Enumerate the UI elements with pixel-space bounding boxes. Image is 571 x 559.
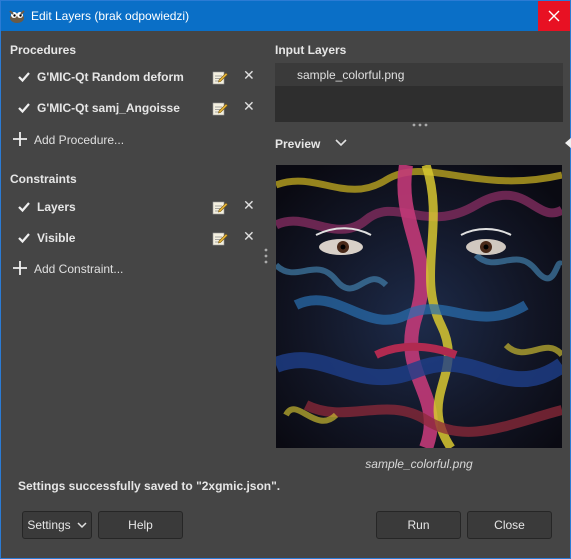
edit-icon[interactable] bbox=[212, 199, 228, 215]
list-item[interactable]: sample_colorful.png bbox=[275, 63, 563, 86]
add-constraint-button[interactable]: Add Constraint... bbox=[11, 260, 211, 280]
settings-button[interactable]: Settings bbox=[22, 511, 92, 539]
remove-icon[interactable]: ✕ bbox=[243, 229, 257, 243]
help-button[interactable]: Help bbox=[98, 511, 183, 539]
preview-image bbox=[276, 165, 562, 448]
checkmark-icon[interactable] bbox=[17, 101, 31, 115]
constraints-heading: Constraints bbox=[10, 172, 77, 186]
chevron-down-icon bbox=[77, 522, 87, 529]
run-button[interactable]: Run bbox=[376, 511, 461, 539]
horizontal-splitter-handle[interactable] bbox=[411, 123, 429, 127]
add-constraint-label: Add Constraint... bbox=[34, 262, 124, 276]
plus-icon bbox=[13, 132, 27, 146]
run-button-label: Run bbox=[407, 518, 430, 532]
remove-icon[interactable]: ✕ bbox=[243, 99, 257, 113]
chevron-down-icon bbox=[335, 139, 347, 147]
procedures-heading: Procedures bbox=[10, 43, 77, 57]
help-button-label: Help bbox=[128, 518, 153, 532]
edit-icon[interactable] bbox=[212, 69, 228, 85]
procedure-item[interactable]: G'MIC-Qt Random deform ✕ bbox=[9, 65, 264, 89]
status-message: Settings successfully saved to "2xgmic.j… bbox=[18, 479, 281, 493]
edit-layers-window: Edit Layers (brak odpowiedzi) Procedures… bbox=[0, 0, 571, 559]
gimp-app-icon bbox=[9, 10, 25, 23]
vertical-splitter-handle[interactable] bbox=[264, 247, 268, 265]
add-procedure-button[interactable]: Add Procedure... bbox=[11, 131, 211, 151]
add-procedure-label: Add Procedure... bbox=[34, 133, 125, 147]
constraint-item[interactable]: Visible ✕ bbox=[9, 226, 264, 250]
input-layers-heading: Input Layers bbox=[275, 43, 347, 57]
input-layer-name: sample_colorful.png bbox=[297, 68, 405, 82]
preview-heading: Preview bbox=[275, 137, 321, 151]
preview-toggle[interactable]: Preview bbox=[275, 137, 347, 151]
preview-caption: sample_colorful.png bbox=[365, 457, 473, 471]
plus-icon bbox=[13, 261, 27, 275]
constraint-label: Visible bbox=[37, 231, 76, 245]
procedure-item[interactable]: G'MIC-Qt samj_Angoisse ✕ bbox=[9, 96, 264, 120]
window-title: Edit Layers (brak odpowiedzi) bbox=[31, 9, 190, 23]
checkmark-icon[interactable] bbox=[17, 70, 31, 84]
title-bar: Edit Layers (brak odpowiedzi) bbox=[1, 1, 570, 31]
procedure-label: G'MIC-Qt samj_Angoisse bbox=[37, 101, 180, 115]
preview-artwork bbox=[276, 165, 562, 448]
remove-icon[interactable]: ✕ bbox=[243, 198, 257, 212]
constraint-label: Layers bbox=[37, 200, 76, 214]
close-button[interactable]: Close bbox=[467, 511, 552, 539]
close-icon bbox=[548, 10, 560, 22]
checkmark-icon[interactable] bbox=[17, 200, 31, 214]
edit-icon[interactable] bbox=[212, 100, 228, 116]
checkmark-icon[interactable] bbox=[17, 231, 31, 245]
edit-icon[interactable] bbox=[212, 230, 228, 246]
arrow-left-icon[interactable] bbox=[565, 137, 571, 149]
remove-icon[interactable]: ✕ bbox=[243, 68, 257, 82]
window-close-button[interactable] bbox=[538, 1, 570, 31]
close-button-label: Close bbox=[494, 518, 525, 532]
procedure-label: G'MIC-Qt Random deform bbox=[37, 70, 184, 84]
constraint-item[interactable]: Layers ✕ bbox=[9, 195, 264, 219]
input-layers-list[interactable]: sample_colorful.png bbox=[275, 63, 563, 122]
settings-button-label: Settings bbox=[27, 518, 71, 532]
